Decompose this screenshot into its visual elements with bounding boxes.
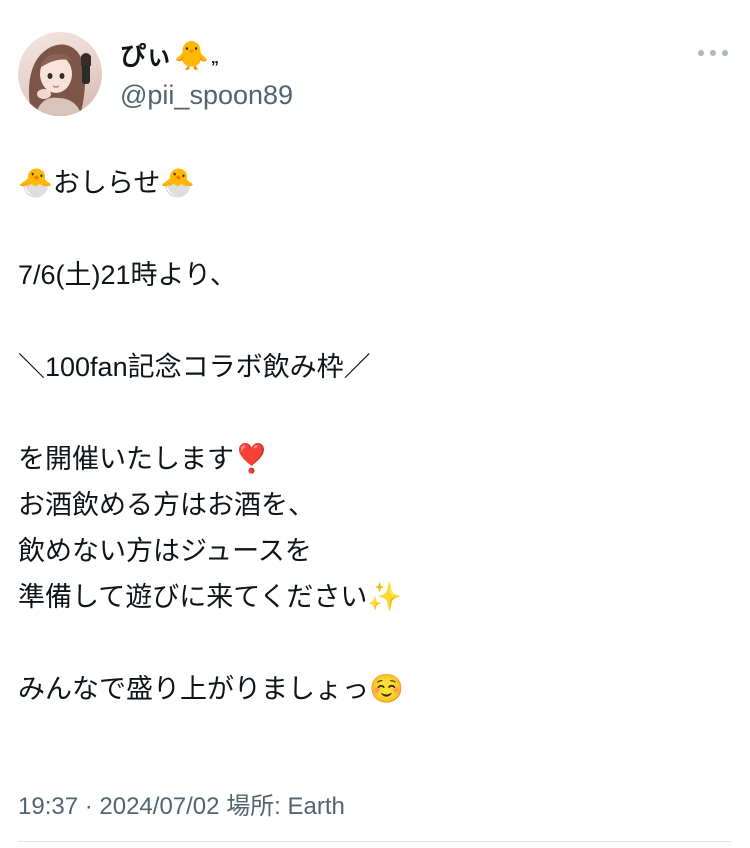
avatar-illustration: [28, 44, 91, 116]
tweet-body: 🐣おしらせ🐣 7/6(土)21時より、 ＼100fan記念コラボ飲み枠／ を開催…: [18, 160, 718, 712]
more-dot: [710, 50, 716, 56]
tweet-enjoy-text: みんなで盛り上がりましょっ: [18, 674, 369, 704]
hatching-chick-emoji: 🐣: [160, 167, 196, 198]
display-name[interactable]: ぴぃ 🐥 „: [120, 36, 293, 76]
user-info: ぴぃ 🐥 „ @pii_spoon89: [120, 36, 293, 112]
divider: [18, 841, 732, 842]
tweet-enjoy-line: みんなで盛り上がりましょっ☺️: [18, 666, 718, 712]
tweet-meta: 19:37 · 2024/07/02 場所: Earth: [18, 786, 345, 821]
tweet-hold-text: を開催いたします: [18, 444, 234, 474]
tweet-timestamp[interactable]: 19:37 · 2024/07/02: [18, 793, 220, 820]
sparkles-emoji: ✨: [367, 581, 403, 612]
display-name-text: ぴぃ: [120, 41, 173, 71]
more-dot: [698, 50, 704, 56]
tweet-hold-line: を開催いたします❣️: [18, 436, 718, 482]
hatching-chick-emoji: 🐣: [18, 167, 53, 198]
tweet-prepare-text: 準備して遊びに来てください: [18, 582, 368, 612]
location-label: 場所:: [226, 793, 281, 820]
more-dot: [722, 50, 728, 56]
avatar[interactable]: [18, 32, 102, 116]
tweet-prepare-line: 準備して遊びに来てください✨: [18, 574, 718, 620]
tweet-date-line: 7/6(土)21時より、: [18, 260, 237, 290]
tweet-juice-line: 飲めない方はジュースを: [18, 536, 312, 566]
tweet-event-line: ＼100fan記念コラボ飲み枠／: [18, 352, 371, 382]
tweet-title-line: 🐣おしらせ🐣: [18, 160, 718, 206]
tweet-drink-line: お酒飲める方はお酒を、: [18, 490, 315, 520]
location-value[interactable]: Earth: [288, 793, 345, 820]
more-options-icon[interactable]: [698, 50, 728, 56]
chick-emoji: 🐥: [174, 40, 209, 71]
tweet-header: ぴぃ 🐥 „ @pii_spoon89: [18, 32, 293, 116]
smiling-face-emoji: ☺️: [369, 673, 404, 704]
heart-exclamation-emoji: ❣️: [234, 443, 269, 474]
display-name-suffix: „: [210, 50, 219, 67]
user-handle[interactable]: @pii_spoon89: [120, 78, 293, 112]
tweet-card: ぴぃ 🐥 „ @pii_spoon89 🐣おしらせ🐣 7/6(土)21時より、 …: [0, 0, 750, 848]
tweet-title-text: おしらせ: [52, 168, 161, 198]
